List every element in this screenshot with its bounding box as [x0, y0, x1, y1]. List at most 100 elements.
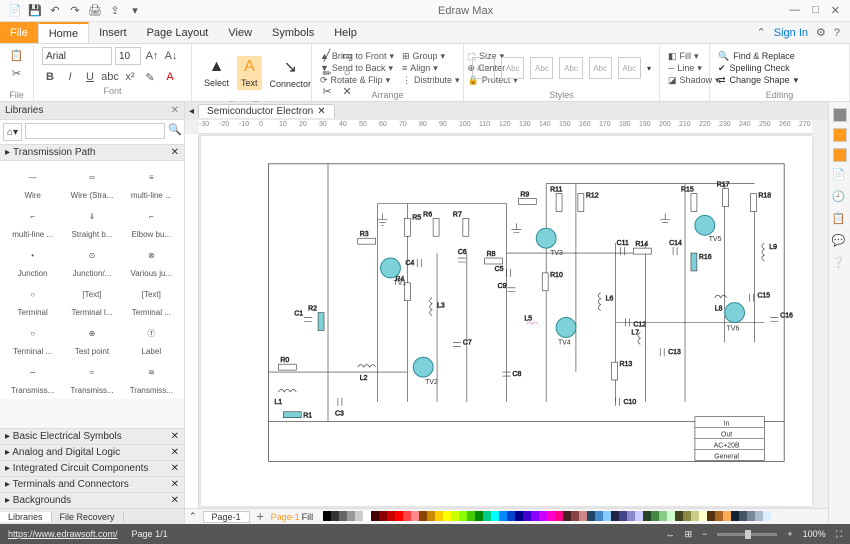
window-maximize-icon[interactable]: □ — [812, 4, 819, 17]
style-preset-4[interactable]: Abc — [559, 57, 582, 79]
library-item[interactable]: [Text]Terminal l... — [63, 282, 120, 317]
status-url[interactable]: https://www.edrawsoft.com/ — [8, 529, 118, 539]
menu-view[interactable]: View — [218, 22, 262, 43]
menu-file[interactable]: File — [0, 22, 38, 43]
menu-help[interactable]: Help — [324, 22, 367, 43]
library-item[interactable]: ≡multi-line ... — [123, 165, 180, 200]
library-item[interactable]: ○Terminal ... — [4, 321, 61, 356]
drawing-canvas[interactable]: R0 R1 R2 R3 R4 R5 R6 R7 R8 R9 R10 R11 R1… — [201, 136, 812, 506]
zoom-slider[interactable] — [717, 533, 777, 536]
strike-icon[interactable]: abc — [102, 69, 118, 85]
page-tab[interactable]: Page-1 — [203, 511, 250, 523]
settings-icon[interactable]: ⚙ — [816, 26, 826, 39]
underline-icon[interactable]: U — [82, 69, 98, 85]
document-tab[interactable]: Semiconductor Electron ✕ — [198, 104, 335, 118]
qat-export-icon[interactable]: ⇪ — [108, 4, 122, 18]
palette-gray[interactable] — [833, 108, 847, 122]
align-btn[interactable]: ≡ Align▾ — [402, 63, 460, 74]
qat-undo-icon[interactable]: ↶ — [48, 4, 62, 18]
library-item[interactable]: ⊕Test point — [63, 321, 120, 356]
highlight-icon[interactable]: ✎ — [142, 69, 158, 85]
qat-file-icon[interactable]: 📄 — [8, 4, 22, 18]
help-icon[interactable]: ? — [834, 27, 840, 39]
font-size-select[interactable]: 10 — [115, 47, 141, 65]
page-icon[interactable]: 📄 — [832, 168, 848, 184]
font-color-icon[interactable]: A — [162, 69, 178, 85]
library-item[interactable]: ⇓Straight b... — [63, 204, 120, 239]
library-item[interactable]: ⓉLabel — [123, 321, 180, 356]
page-nav-up-icon[interactable]: ⌃ — [189, 511, 197, 522]
paste-icon[interactable]: 📋 — [9, 47, 25, 63]
doc-tab-close-icon[interactable]: ✕ — [317, 106, 325, 117]
fit-page-icon[interactable]: ⊞ — [685, 529, 693, 540]
palette-orange[interactable] — [833, 128, 847, 142]
send-to-back[interactable]: ▼ Send to Back▾ — [320, 63, 394, 74]
qat-redo-icon[interactable]: ↷ — [68, 4, 82, 18]
palette-orange2[interactable] — [833, 148, 847, 162]
fit-width-icon[interactable]: ↔ — [666, 529, 675, 539]
group-btn[interactable]: ⊞ Group▾ — [402, 51, 460, 62]
tab-scroll-left-icon[interactable]: ◂ — [185, 106, 198, 117]
connector-tool[interactable]: ↘Connector — [266, 55, 316, 91]
bold-icon[interactable]: B — [42, 69, 58, 85]
library-category[interactable]: ▸ Terminals and Connectors✕ — [0, 476, 184, 492]
library-item[interactable]: [Text]Terminal ... — [123, 282, 180, 317]
library-category[interactable]: ▸ Analog and Digital Logic✕ — [0, 444, 184, 460]
menu-symbols[interactable]: Symbols — [262, 22, 324, 43]
search-icon[interactable]: 🔍 — [168, 123, 182, 141]
bottom-tab-file-recovery[interactable]: File Recovery — [52, 512, 124, 522]
comment-icon[interactable]: 💬 — [832, 234, 848, 250]
fullscreen-icon[interactable]: ⛶ — [836, 529, 842, 540]
style-preset-3[interactable]: Abc — [530, 57, 553, 79]
help2-icon[interactable]: ❔ — [832, 256, 848, 272]
text-tool[interactable]: AText — [237, 56, 262, 90]
rotate-flip[interactable]: ⟳ Rotate & Flip▾ — [320, 75, 394, 86]
qat-more-icon[interactable]: ▾ — [128, 4, 142, 18]
qat-print-icon[interactable]: 🖨 — [88, 4, 102, 18]
library-category[interactable]: ▸ Backgrounds✕ — [0, 492, 184, 508]
qat-save-icon[interactable]: 💾 — [28, 4, 42, 18]
library-search-input[interactable] — [25, 123, 165, 139]
superscript-icon[interactable]: x² — [122, 69, 138, 85]
section-close-icon[interactable]: ✕ — [171, 147, 179, 158]
library-item[interactable]: ≋Transmiss... — [123, 360, 180, 395]
library-item[interactable]: ⌐Elbow bu... — [123, 204, 180, 239]
library-category[interactable]: ▸ Basic Electrical Symbols✕ — [0, 428, 184, 444]
style-preset-5[interactable]: Abc — [589, 57, 612, 79]
library-item[interactable]: ○Terminal — [4, 282, 61, 317]
expand-section-icon[interactable]: ▸ — [5, 147, 10, 158]
change-shape-btn[interactable]: ⇄ Change Shape▾ — [718, 75, 798, 86]
sign-in-link[interactable]: Sign In — [774, 27, 808, 39]
clipboard-icon[interactable]: ✂ — [9, 65, 25, 81]
collapse-ribbon-icon[interactable]: ⌃ — [757, 26, 766, 39]
zoom-out-icon[interactable]: − — [702, 529, 707, 539]
clock-icon[interactable]: 🕘 — [832, 190, 848, 206]
bring-to-front[interactable]: ▲ Bring to Front▾ — [320, 51, 394, 62]
page-link[interactable]: Page-1 — [271, 512, 300, 522]
style-preset-1[interactable]: Abc — [472, 57, 495, 79]
font-name-select[interactable]: Arial — [42, 47, 112, 65]
library-item[interactable]: ⊗Various ju... — [123, 243, 180, 278]
libraries-close-icon[interactable]: ✕ — [171, 105, 179, 116]
style-preset-2[interactable]: Abc — [501, 57, 524, 79]
library-item[interactable]: ⊙Junction/... — [63, 243, 120, 278]
find-replace-btn[interactable]: 🔍 Find & Replace — [718, 51, 798, 62]
styles-more-icon[interactable]: ▾ — [647, 64, 651, 73]
menu-page-layout[interactable]: Page Layout — [137, 22, 219, 43]
page-add-icon[interactable]: ＋ — [256, 510, 265, 523]
bottom-tab-libraries[interactable]: Libraries — [0, 512, 52, 522]
library-category[interactable]: ▸ Integrated Circuit Components✕ — [0, 460, 184, 476]
window-minimize-icon[interactable]: — — [789, 4, 800, 17]
library-item[interactable]: ⌐multi-line ... — [4, 204, 61, 239]
library-item[interactable]: •Junction — [4, 243, 61, 278]
library-item[interactable]: ∼Transmiss... — [4, 360, 61, 395]
clipboard-icon[interactable]: 📋 — [832, 212, 848, 228]
shrink-font-icon[interactable]: A↓ — [163, 48, 179, 64]
color-palette[interactable] — [323, 511, 824, 523]
library-item[interactable]: ═Wire (Stra... — [63, 165, 120, 200]
spelling-check-btn[interactable]: ✔ Spelling Check — [718, 63, 798, 74]
library-item[interactable]: —Wire — [4, 165, 61, 200]
menu-home[interactable]: Home — [38, 22, 89, 43]
grow-font-icon[interactable]: A↑ — [144, 48, 160, 64]
distribute-btn[interactable]: ⋮ Distribute▾ — [402, 75, 460, 86]
